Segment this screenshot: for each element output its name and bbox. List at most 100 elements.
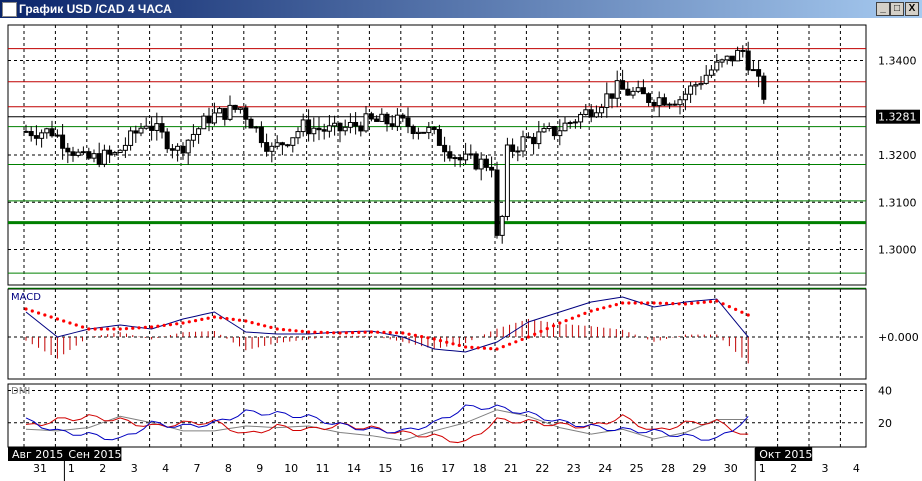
candle-body [457, 157, 463, 161]
date-tick-label: 2 [99, 462, 106, 475]
date-tick-label: 28 [661, 462, 675, 475]
macd-signal-dot [583, 311, 587, 315]
candle-body [625, 88, 631, 96]
macd-signal-dot [36, 311, 41, 315]
macd-signal-dot [652, 301, 656, 305]
candle-body [258, 126, 264, 144]
candle-body [133, 130, 139, 134]
candle-body [745, 50, 751, 71]
macd-signal-dot [495, 347, 499, 351]
candle-body [551, 126, 557, 137]
candle-body [248, 118, 254, 129]
candle-body [599, 106, 605, 114]
macd-signal-dot [237, 318, 242, 322]
dmi-label: DMI [11, 386, 30, 397]
date-tick-label: 4 [162, 462, 169, 475]
candle-body [400, 114, 406, 119]
candle-body [604, 93, 610, 108]
candle-body [735, 49, 741, 62]
date-tick-label: 3 [822, 462, 829, 475]
macd-label: MACD [11, 292, 41, 303]
macd-signal-dot [68, 321, 72, 325]
macd-signal-dot [602, 306, 606, 310]
macd-signal-dot [621, 301, 625, 305]
macd-signal-dot [533, 332, 537, 336]
macd-signal-dot [558, 321, 562, 325]
candle-body [316, 127, 322, 131]
candle-body [201, 115, 207, 130]
macd-signal-dot [438, 339, 443, 343]
macd-signal-dot [181, 321, 185, 325]
candle-body [358, 125, 364, 132]
candle-body [719, 59, 725, 63]
candle-body [583, 109, 589, 115]
candle-body [651, 101, 657, 107]
date-tick-label: 29 [692, 462, 706, 475]
macd-signal-dot [545, 327, 549, 331]
candle-body [175, 145, 181, 151]
candle-body [96, 153, 102, 165]
candle-body [363, 113, 369, 132]
macd-signal-dot [470, 345, 474, 349]
candle-body [688, 85, 694, 95]
candle-body [578, 113, 584, 123]
candle-body [253, 126, 259, 129]
macd-signal-dot [715, 299, 719, 303]
date-tick-label: 15 [378, 462, 392, 475]
macd-signal-dot [589, 309, 593, 313]
macd-signal-dot [363, 330, 367, 334]
macd-signal-dot [219, 316, 223, 320]
macd-signal-dot [200, 317, 204, 321]
candle-body [389, 123, 395, 127]
candle-body [164, 131, 170, 150]
candle-body [374, 118, 380, 122]
candle-body [274, 142, 280, 147]
macd-signal-dot [489, 347, 493, 351]
candle-body [483, 158, 489, 168]
candle-body [672, 103, 678, 106]
candle-body [478, 158, 484, 170]
macd-signal-dot [187, 320, 191, 324]
macd-signal-dot [564, 319, 568, 323]
candle-body [54, 134, 60, 137]
macd-signal-dot [696, 301, 700, 305]
macd-signal-dot [43, 313, 47, 317]
date-tick-label: 1 [68, 462, 75, 475]
candle-body [562, 122, 568, 132]
macd-signal-dot [137, 326, 141, 330]
macd-signal-dot [307, 330, 311, 334]
dmi-panel [7, 383, 867, 448]
macd-signal-dot [420, 335, 424, 339]
candle-body [635, 87, 641, 92]
candle-body [515, 150, 521, 153]
candle-body [609, 93, 615, 99]
candle-body [332, 122, 338, 127]
macd-signal-dot [118, 327, 122, 331]
candle-body [28, 131, 34, 137]
candle-body [243, 107, 249, 120]
candle-body [426, 126, 432, 134]
chart-area[interactable]: 1.3400 1.3200 1.3100 1.3000 1.3281 +0.000 MACD… [0, 0, 922, 481]
candle-body [504, 144, 510, 217]
candle-body [494, 169, 500, 236]
candle-body [421, 131, 427, 134]
candle-body [620, 80, 626, 90]
candle-body [91, 153, 97, 159]
candle-body [122, 144, 128, 151]
macd-signal-dot [413, 333, 417, 337]
macd-signal-dot [432, 337, 436, 341]
candle-body [290, 137, 296, 146]
macd-signal-dot [338, 331, 342, 335]
candle-body [756, 69, 762, 77]
candle-body [128, 130, 134, 146]
macd-signal-dot [464, 345, 468, 349]
macd-signal-dot [269, 325, 273, 329]
macd-signal-dot [74, 323, 78, 327]
date-tick-label: 9 [256, 462, 263, 475]
date-tick-label: 10 [284, 462, 298, 475]
month-label: Окт 2015 [759, 448, 812, 461]
candle-body [708, 69, 714, 76]
candle-body [640, 87, 646, 95]
candle-body [222, 108, 228, 120]
candle-body [311, 127, 317, 135]
